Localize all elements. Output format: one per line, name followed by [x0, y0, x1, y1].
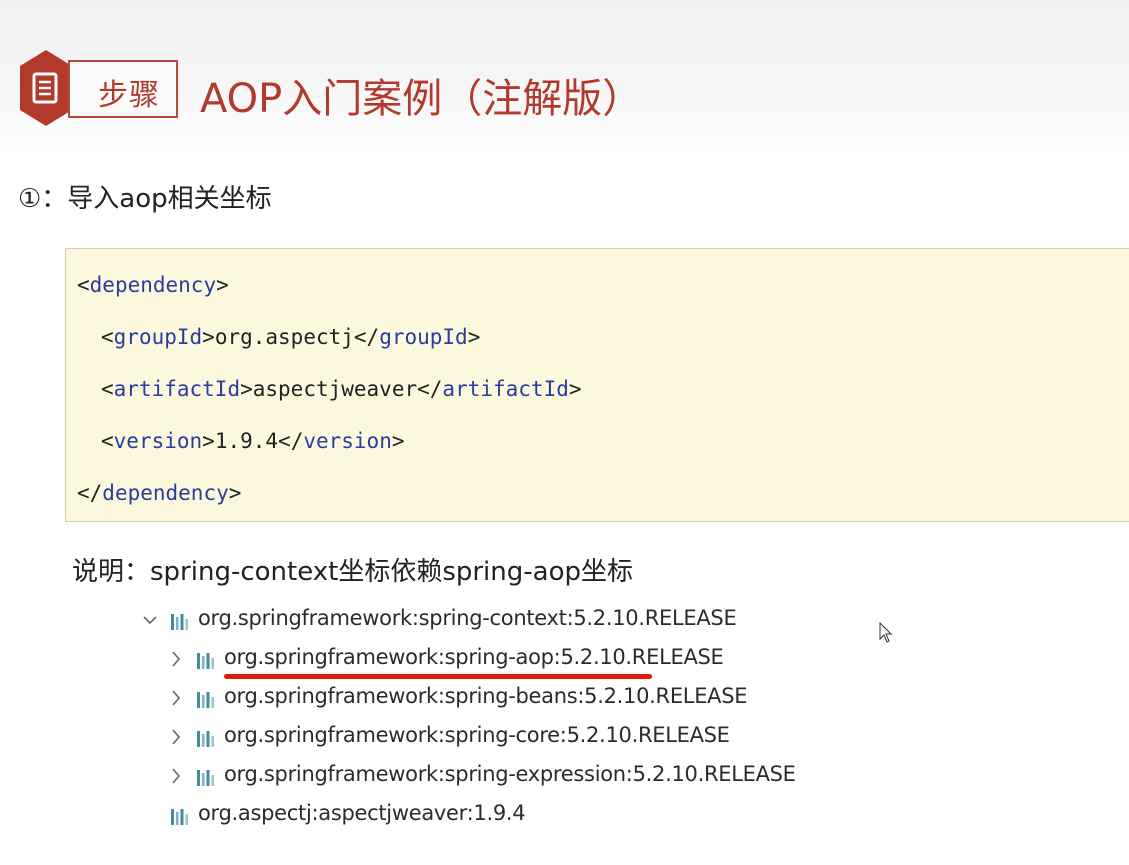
code-line: <dependency>	[77, 273, 229, 297]
highlight-underline	[224, 674, 652, 679]
tree-item[interactable]: org.aspectj:aspectjweaver:1.9.4	[140, 801, 540, 831]
library-icon	[197, 653, 214, 669]
chevron-right-icon[interactable]	[168, 766, 184, 786]
tree-item[interactable]: org.springframework:spring-context:5.2.1…	[140, 606, 737, 636]
tree-item-label: org.springframework:spring-beans:5.2.10.…	[224, 684, 748, 708]
tree-item-label: org.springframework:spring-core:5.2.10.R…	[224, 723, 730, 747]
code-block: <dependency> <groupId>org.aspectj</group…	[65, 248, 1129, 522]
tree-item-label: org.springframework:spring-expression:5.…	[224, 762, 796, 786]
library-icon	[171, 614, 188, 630]
page-title: AOP入门案例（注解版）	[200, 76, 643, 122]
tree-item[interactable]: org.springframework:spring-expression:5.…	[166, 762, 796, 792]
document-icon	[20, 50, 72, 126]
tree-item-label: org.springframework:spring-context:5.2.1…	[198, 606, 737, 630]
step-heading: ①：导入aop相关坐标	[18, 184, 272, 214]
note-text: 说明：spring-context坐标依赖spring-aop坐标	[72, 557, 633, 587]
code-line: <version>1.9.4</version>	[101, 429, 405, 453]
library-icon	[197, 692, 214, 708]
library-icon	[197, 770, 214, 786]
chevron-right-icon[interactable]	[168, 649, 184, 669]
code-line: <artifactId>aspectjweaver</artifactId>	[101, 377, 582, 401]
code-line: </dependency>	[77, 481, 242, 505]
chevron-down-icon[interactable]	[142, 610, 158, 630]
tree-item[interactable]: org.springframework:spring-beans:5.2.10.…	[166, 684, 748, 714]
badge-label: 步骤	[98, 78, 160, 113]
chevron-right-icon[interactable]	[168, 688, 184, 708]
mouse-cursor-icon	[879, 622, 893, 643]
tree-item-label: org.springframework:spring-aop:5.2.10.RE…	[224, 645, 724, 669]
tree-item[interactable]: org.springframework:spring-core:5.2.10.R…	[166, 723, 730, 753]
code-line: <groupId>org.aspectj</groupId>	[101, 325, 481, 349]
tree-item-label: org.aspectj:aspectjweaver:1.9.4	[198, 801, 526, 825]
library-icon	[197, 731, 214, 747]
library-icon	[171, 809, 188, 825]
step-badge: 步骤	[16, 48, 178, 128]
tree-item[interactable]: org.springframework:spring-aop:5.2.10.RE…	[166, 645, 726, 675]
chevron-right-icon[interactable]	[168, 727, 184, 747]
